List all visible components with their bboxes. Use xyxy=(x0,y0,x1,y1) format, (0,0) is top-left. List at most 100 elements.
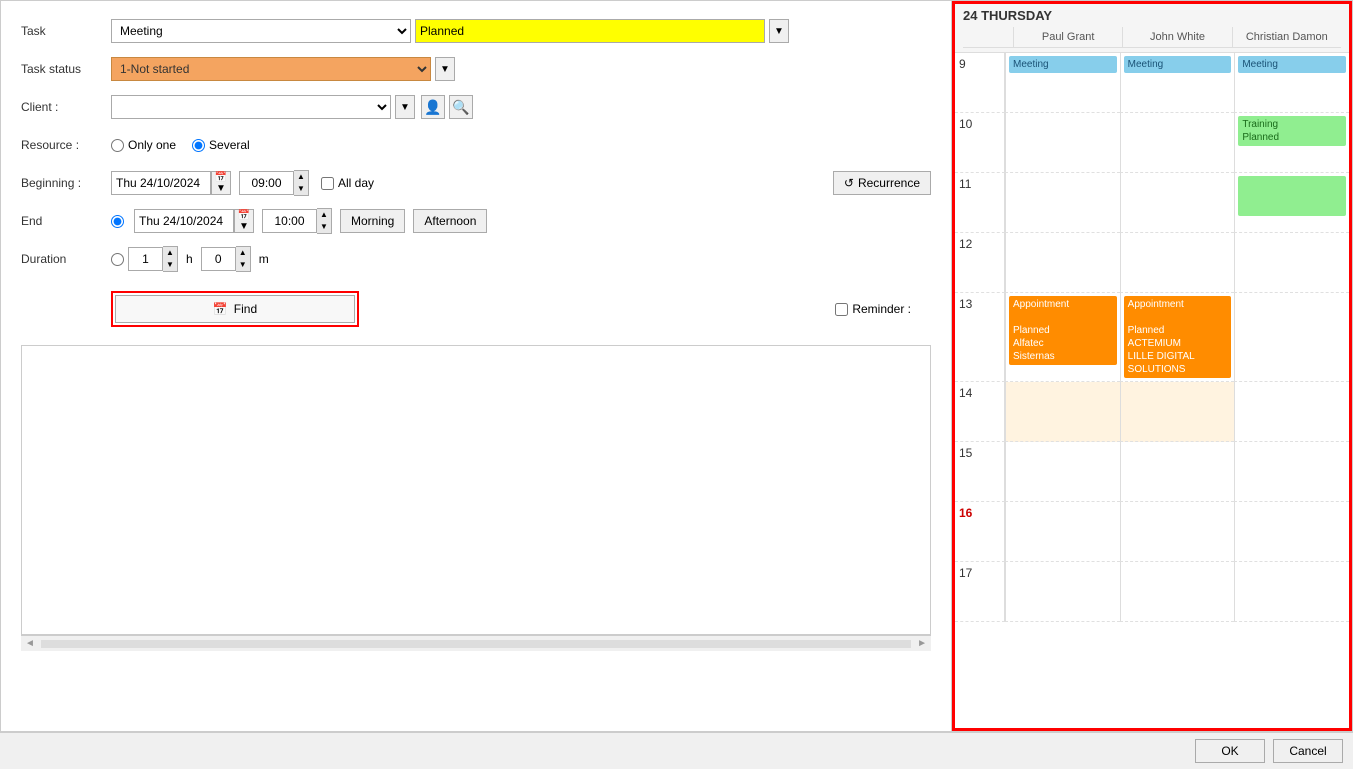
beginning-time-up[interactable]: ▲ xyxy=(294,171,308,183)
cell-paul-17[interactable] xyxy=(1005,562,1120,622)
cell-christian-10[interactable]: TrainingPlanned xyxy=(1234,113,1349,173)
duration-m-wrapper: ▲ ▼ xyxy=(201,246,251,272)
client-person-btn[interactable]: 👤 xyxy=(421,95,445,119)
cell-john-11[interactable] xyxy=(1120,173,1235,233)
resource-only-one-text: Only one xyxy=(128,138,176,152)
beginning-row: Beginning : 📅▼ ▲ ▼ All day xyxy=(21,169,931,197)
client-search-btn[interactable]: 🔍 xyxy=(449,95,473,119)
resource-several-label[interactable]: Several xyxy=(192,138,250,152)
time-12-label: 12 xyxy=(959,237,972,251)
event-christian-meeting[interactable]: Meeting xyxy=(1238,56,1346,73)
resource-several-radio[interactable] xyxy=(192,139,205,152)
planned-dropdown-btn[interactable]: ▼ xyxy=(769,19,789,43)
duration-h-input[interactable] xyxy=(128,247,163,271)
calendar-panel: 24 THURSDAY Paul Grant John White Christ… xyxy=(952,1,1352,731)
duration-m-down[interactable]: ▼ xyxy=(236,259,250,271)
status-dropdown-btn[interactable]: ▼ xyxy=(435,57,455,81)
task-label: Task xyxy=(21,24,111,38)
reminder-checkbox[interactable] xyxy=(835,303,848,316)
event-christian-training-cont[interactable] xyxy=(1238,176,1346,216)
bottom-bar: OK Cancel xyxy=(0,732,1353,769)
time-17-label: 17 xyxy=(959,566,972,580)
cell-john-13[interactable]: AppointmentPlannedACTEMIUMLILLE DIGITALS… xyxy=(1120,293,1235,382)
allday-label[interactable]: All day xyxy=(321,176,374,190)
beginning-time-input[interactable] xyxy=(239,171,294,195)
event-john-meeting[interactable]: Meeting xyxy=(1124,56,1232,73)
client-dropdown-btn[interactable]: ▼ xyxy=(395,95,415,119)
planned-input[interactable]: Planned xyxy=(415,19,765,43)
find-button[interactable]: 📅 Find xyxy=(115,295,355,323)
cell-christian-15[interactable] xyxy=(1234,442,1349,502)
cell-christian-14[interactable] xyxy=(1234,382,1349,442)
event-paul-appointment[interactable]: AppointmentPlannedAlfatecSisternas xyxy=(1009,296,1117,365)
end-controls: 📅▼ ▲ ▼ Morning Afternoon xyxy=(111,208,931,234)
cell-christian-16[interactable] xyxy=(1234,502,1349,562)
cell-paul-10[interactable] xyxy=(1005,113,1120,173)
horizontal-scrollbar[interactable]: ◄ ► xyxy=(21,635,931,651)
cell-john-12[interactable] xyxy=(1120,233,1235,293)
cell-christian-13[interactable] xyxy=(1234,293,1349,382)
cell-paul-12[interactable] xyxy=(1005,233,1120,293)
duration-h-wrapper: ▲ ▼ xyxy=(128,246,178,272)
beginning-date-input[interactable] xyxy=(111,171,211,195)
cell-christian-9[interactable]: Meeting xyxy=(1234,53,1349,113)
reminder-label-wrapper[interactable]: Reminder : xyxy=(835,302,911,316)
time-13: 13 xyxy=(955,293,1005,382)
end-time-up[interactable]: ▲ xyxy=(317,209,331,221)
cell-john-9[interactable]: Meeting xyxy=(1120,53,1235,113)
resource-only-one-radio[interactable] xyxy=(111,139,124,152)
beginning-label: Beginning : xyxy=(21,176,111,190)
time-9: 9 xyxy=(955,53,1005,113)
end-time-down[interactable]: ▼ xyxy=(317,221,331,233)
duration-m-up[interactable]: ▲ xyxy=(236,247,250,259)
end-label: End xyxy=(21,214,111,228)
find-btn-wrapper: 📅 Find xyxy=(111,291,359,327)
find-reminder-controls: 📅 Find Reminder : xyxy=(111,283,931,335)
task-status-row: Task status 1-Not started ▼ xyxy=(21,55,931,83)
resource-only-one-label[interactable]: Only one xyxy=(111,138,176,152)
end-calendar-btn[interactable]: 📅▼ xyxy=(234,209,254,233)
end-time-spinners: ▲ ▼ xyxy=(317,208,332,234)
cell-christian-12[interactable] xyxy=(1234,233,1349,293)
cell-john-14[interactable] xyxy=(1120,382,1235,442)
cell-christian-17[interactable] xyxy=(1234,562,1349,622)
cell-paul-15[interactable] xyxy=(1005,442,1120,502)
ok-button[interactable]: OK xyxy=(1195,739,1265,763)
col-header-2: Christian Damon xyxy=(1232,27,1341,47)
duration-h-spinners: ▲ ▼ xyxy=(163,246,178,272)
end-radio[interactable] xyxy=(111,215,124,228)
recurrence-icon: ↺ xyxy=(844,176,854,190)
cell-christian-11[interactable] xyxy=(1234,173,1349,233)
task-status-select[interactable]: 1-Not started xyxy=(111,57,431,81)
cancel-button[interactable]: Cancel xyxy=(1273,739,1343,763)
duration-h-down[interactable]: ▼ xyxy=(163,259,177,271)
event-paul-meeting[interactable]: Meeting xyxy=(1009,56,1117,73)
cell-paul-11[interactable] xyxy=(1005,173,1120,233)
duration-m-input[interactable] xyxy=(201,247,236,271)
end-time-input[interactable] xyxy=(262,209,317,233)
cell-paul-13[interactable]: AppointmentPlannedAlfatecSisternas xyxy=(1005,293,1120,382)
afternoon-button[interactable]: Afternoon xyxy=(413,209,487,233)
cell-john-16[interactable] xyxy=(1120,502,1235,562)
client-select[interactable] xyxy=(111,95,391,119)
cell-paul-14[interactable] xyxy=(1005,382,1120,442)
event-christian-training[interactable]: TrainingPlanned xyxy=(1238,116,1346,146)
cell-john-17[interactable] xyxy=(1120,562,1235,622)
cell-john-10[interactable] xyxy=(1120,113,1235,173)
event-john-appointment[interactable]: AppointmentPlannedACTEMIUMLILLE DIGITALS… xyxy=(1124,296,1232,378)
allday-checkbox[interactable] xyxy=(321,177,334,190)
cell-paul-16[interactable] xyxy=(1005,502,1120,562)
cell-john-15[interactable] xyxy=(1120,442,1235,502)
beginning-calendar-btn[interactable]: 📅▼ xyxy=(211,171,231,195)
task-select[interactable]: Meeting xyxy=(111,19,411,43)
end-date-input[interactable] xyxy=(134,209,234,233)
morning-button[interactable]: Morning xyxy=(340,209,405,233)
recurrence-button[interactable]: ↺ Recurrence xyxy=(833,171,931,195)
find-calendar-icon: 📅 xyxy=(213,302,228,316)
cell-paul-9[interactable]: Meeting xyxy=(1005,53,1120,113)
time-17: 17 xyxy=(955,562,1005,622)
notes-textarea[interactable] xyxy=(22,346,930,634)
duration-radio[interactable] xyxy=(111,253,124,266)
beginning-time-down[interactable]: ▼ xyxy=(294,183,308,195)
duration-h-up[interactable]: ▲ xyxy=(163,247,177,259)
